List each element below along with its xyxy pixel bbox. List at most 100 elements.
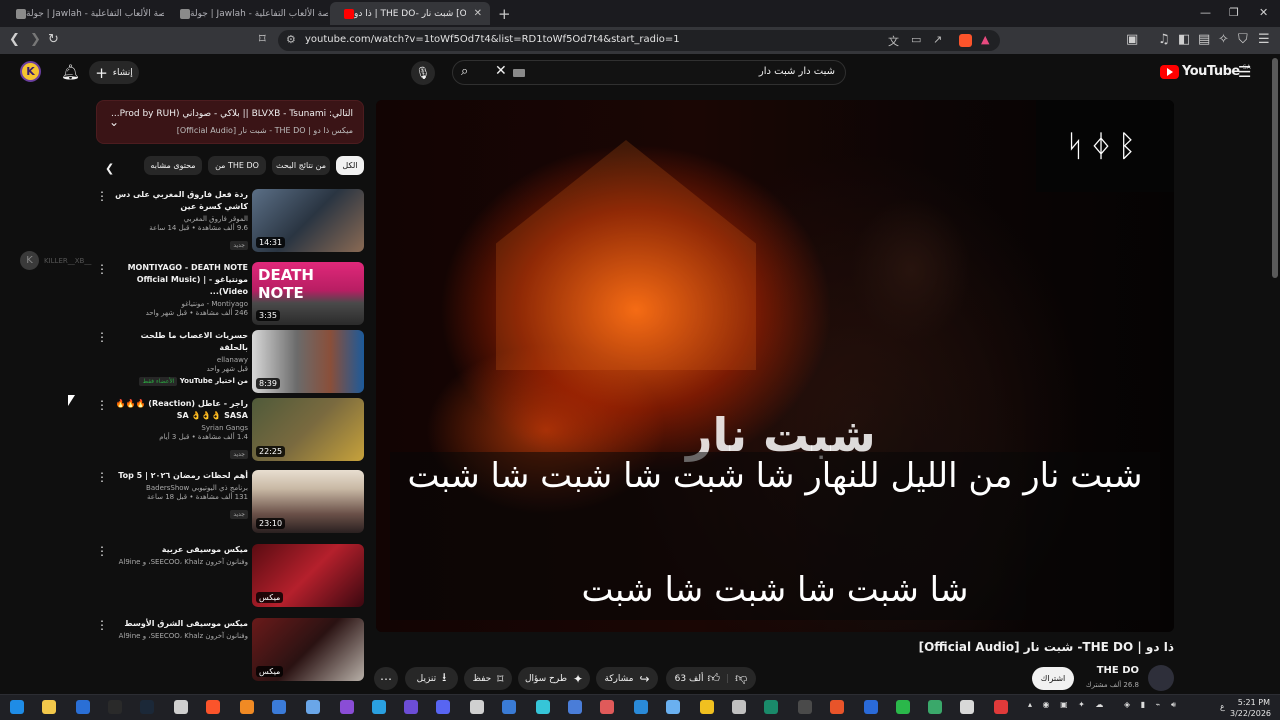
side-panel-icon[interactable]: ◧: [1178, 32, 1190, 47]
list-item[interactable]: 8:39 حسريات الاعصاب ما طلحت بالحلقة ella…: [96, 330, 364, 394]
list-item[interactable]: 14:31 ردة فعل فاروق المغربي على دس كاشي …: [96, 189, 364, 253]
search-box[interactable]: ⌕ ✕ شبت دار شبت دار: [452, 60, 846, 85]
subscribe-button[interactable]: اشتراك: [1032, 667, 1074, 690]
media-control-icon[interactable]: ♫: [1158, 32, 1170, 47]
taskbar-app-icon[interactable]: [896, 700, 910, 714]
wallet-icon[interactable]: ▤: [1198, 32, 1210, 47]
more-actions-icon[interactable]: ⋮: [96, 544, 108, 558]
video-title[interactable]: ميكس موسيقى عربية: [110, 544, 248, 556]
restore-icon[interactable]: ❐: [1229, 6, 1239, 19]
taskbar-app-icon[interactable]: [272, 700, 286, 714]
brave-rewards-icon[interactable]: ▲: [981, 33, 989, 46]
browser-tab-2[interactable]: جولة | Jawlah - منصة الألعاب التفاعلية: [166, 2, 328, 25]
share-page-icon[interactable]: ↗: [933, 33, 942, 46]
bookmark-icon[interactable]: ⌑: [259, 32, 266, 47]
more-actions-icon[interactable]: ⋮: [96, 470, 108, 484]
taskbar-app-icon[interactable]: [830, 700, 844, 714]
more-actions-icon[interactable]: ⋮: [96, 262, 108, 276]
translate-icon[interactable]: 文: [888, 33, 899, 49]
channel-name[interactable]: برنامج ذي اليوتيوبي BadersShow: [110, 484, 248, 492]
taskbar-app-icon[interactable]: [634, 700, 648, 714]
taskbar-app-icon[interactable]: [372, 700, 386, 714]
list-item[interactable]: ميكس ميكس موسيقى الشرق الأوسط وفنانون آخ…: [96, 618, 364, 682]
channel-name[interactable]: وفنانون آخرون SEECOO، Khalz، و Al9ine: [110, 558, 248, 566]
brave-shield-icon[interactable]: [959, 34, 972, 47]
keyboard-icon[interactable]: [513, 69, 525, 77]
vlc-icon[interactable]: [240, 700, 254, 714]
video-title[interactable]: ميكس موسيقى الشرق الأوسط: [110, 618, 248, 630]
video-thumbnail[interactable]: DEATH NOTE 3:35: [252, 262, 364, 325]
taskbar-app-icon[interactable]: [600, 700, 614, 714]
brave-taskbar-icon[interactable]: [206, 700, 220, 714]
cast-icon[interactable]: ▭: [911, 33, 921, 46]
taskbar-app-icon[interactable]: [568, 700, 582, 714]
taskbar-app-icon[interactable]: [764, 700, 778, 714]
input-language[interactable]: ع: [1220, 702, 1225, 711]
ask-question-button[interactable]: طرح سؤال ✦: [518, 667, 590, 690]
browser-menu-icon[interactable]: ☰: [1258, 32, 1270, 47]
taskbar-app-icon[interactable]: [306, 700, 320, 714]
video-thumbnail[interactable]: 14:31: [252, 189, 364, 252]
site-info-icon[interactable]: ⚙: [286, 33, 296, 46]
up-next-banner[interactable]: التالي: BLVXB - Tsunami || بلاكي - صودان…: [96, 100, 364, 144]
taskbar-app-icon[interactable]: [340, 700, 354, 714]
channel-name[interactable]: وفنانون آخرون SEECOO، Khalz، و Al9ine: [110, 632, 248, 640]
video-title[interactable]: حسريات الاعصاب ما طلحت بالحلقة: [110, 330, 248, 354]
more-actions-button[interactable]: ⋯: [374, 667, 398, 690]
taskbar-app-icon[interactable]: [536, 700, 550, 714]
video-thumbnail[interactable]: 8:39: [252, 330, 364, 393]
taskbar-app-icon[interactable]: [960, 700, 974, 714]
channel-avatar[interactable]: [1148, 665, 1174, 691]
taskbar-app-icon[interactable]: [994, 700, 1008, 714]
list-item[interactable]: DEATH NOTE 3:35 MONTIYAGO - DEATH NOTE م…: [96, 262, 364, 326]
channel-name[interactable]: Syrian Gangs: [110, 424, 248, 432]
windows-start-icon[interactable]: [10, 700, 24, 714]
vpn-icon[interactable]: ⛉: [1238, 32, 1248, 47]
taskbar-app-icon[interactable]: [732, 700, 746, 714]
system-tray[interactable]: ▴ ◉ ▣ ✦ ☁: [1028, 700, 1118, 714]
notifications-bell-icon[interactable]: 🔔︎: [61, 63, 80, 81]
chip-from-search[interactable]: من نتائج البحث: [272, 156, 330, 175]
create-button[interactable]: + إنشاء: [89, 61, 139, 84]
channel-name[interactable]: Montiyago - مونتياغو: [110, 300, 248, 308]
back-icon[interactable]: ❮: [9, 32, 20, 47]
guide-menu-icon[interactable]: ☰: [1238, 63, 1251, 81]
video-thumbnail[interactable]: 22:25: [252, 398, 364, 461]
clear-search-icon[interactable]: ✕: [495, 63, 507, 79]
taskbar-app-icon[interactable]: [700, 700, 714, 714]
taskbar-clock[interactable]: 5:21 PM 3/22/2026: [1230, 697, 1271, 719]
window-close-icon[interactable]: ✕: [1259, 6, 1268, 19]
channel-name[interactable]: ellanawy: [110, 356, 248, 364]
more-actions-icon[interactable]: ⋮: [96, 398, 108, 412]
chip-all[interactable]: الكل: [336, 156, 364, 175]
taskbar-app-icon[interactable]: [174, 700, 188, 714]
browser-tab-active[interactable]: ذا دو | THE DO- شبت نار [Official Audio]…: [330, 2, 490, 25]
share-button[interactable]: مشاركة ↪: [596, 667, 658, 690]
chip-from-channel[interactable]: من THE DO: [208, 156, 266, 175]
extensions-icon[interactable]: ✧: [1218, 32, 1229, 47]
steam-icon[interactable]: [140, 700, 154, 714]
more-actions-icon[interactable]: ⋮: [96, 618, 108, 632]
voice-search-mic-icon[interactable]: 🎙︎: [411, 61, 435, 85]
video-title[interactable]: راجر - عاطل (Reaction) 🔥🔥🔥 SA 👌👌👌 SASA: [110, 398, 248, 422]
channel-name[interactable]: الموقر فاروق المغربي: [110, 215, 248, 223]
list-item[interactable]: ميكس ميكس موسيقى عربية وفنانون آخرون SEE…: [96, 544, 364, 608]
more-actions-icon[interactable]: ⋮: [96, 330, 108, 344]
taskbar-app-icon[interactable]: [502, 700, 516, 714]
page-scrollbar[interactable]: [1272, 58, 1278, 278]
search-icon[interactable]: ⌕: [461, 64, 468, 79]
channel-name-link[interactable]: THE DO: [1097, 665, 1139, 676]
video-player[interactable]: ᛋᛄᛒ شبت نار شبت نار من الليل للنهار شا ش…: [376, 100, 1174, 632]
video-thumbnail[interactable]: ميكس: [252, 544, 364, 607]
like-button[interactable]: 63 ألف 👍︎: [675, 671, 720, 686]
list-item[interactable]: 23:10 أهم لحظات رمضان ٢٠٢٦ | Top 5 برنام…: [96, 470, 364, 534]
video-title[interactable]: أهم لحظات رمضان ٢٠٢٦ | Top 5: [110, 470, 248, 482]
close-tab-icon[interactable]: ✕: [474, 8, 482, 19]
chevron-down-icon[interactable]: ⌄: [109, 115, 119, 129]
video-thumbnail[interactable]: ميكس: [252, 618, 364, 681]
dislike-button-icon[interactable]: 👎︎: [735, 671, 747, 686]
reload-icon[interactable]: ↻: [48, 32, 59, 47]
download-button[interactable]: تنزيل ⭳: [405, 667, 458, 690]
epic-games-icon[interactable]: [108, 700, 122, 714]
address-bar[interactable]: ⚙ youtube.com/watch?v=1toWf5Od7t4&list=R…: [278, 30, 1000, 51]
